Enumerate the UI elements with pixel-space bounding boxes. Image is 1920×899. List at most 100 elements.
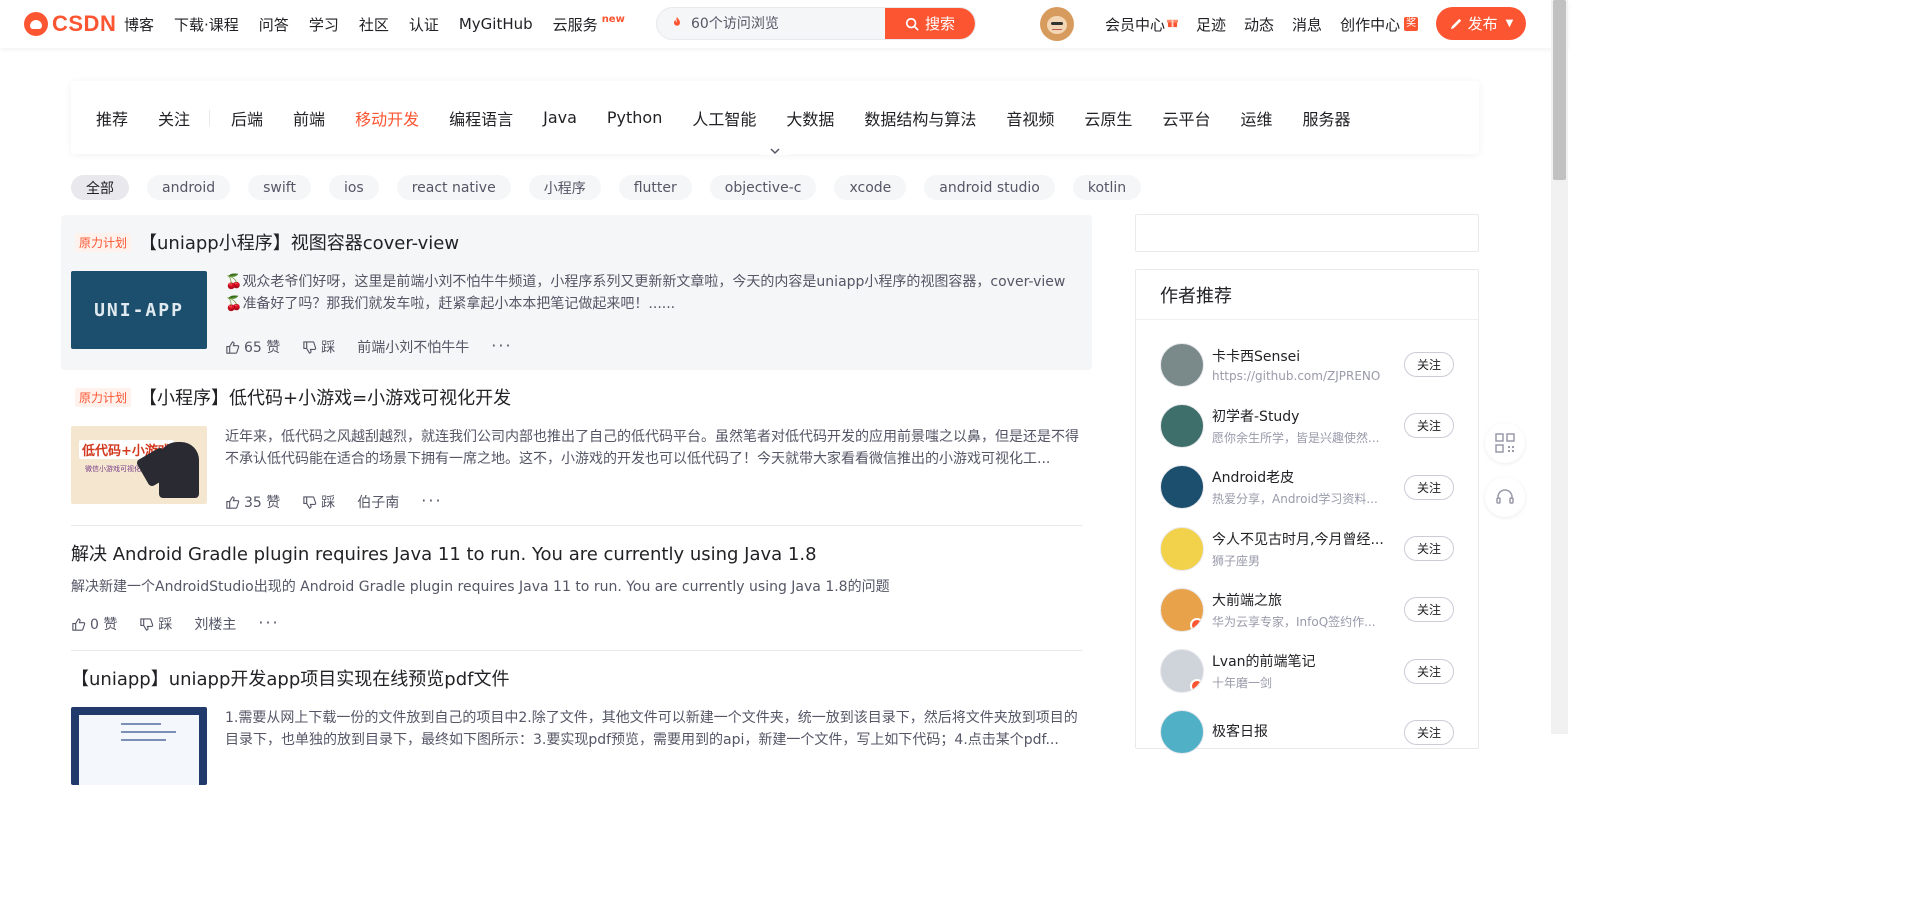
article-item[interactable]: 原力计划 【小程序】低代码+小游戏=小游戏可视化开发 低代码+小游戏 微信小游戏… <box>61 370 1092 525</box>
category-server[interactable]: 服务器 <box>1287 106 1365 130</box>
category-recommend[interactable]: 推荐 <box>96 106 143 130</box>
tag-android-studio[interactable]: android studio <box>924 175 1055 200</box>
category-av[interactable]: 音视频 <box>991 106 1069 130</box>
search-button[interactable]: 搜索 <box>885 8 975 39</box>
scrollbar-thumb[interactable] <box>1553 0 1566 180</box>
like-button[interactable]: 0 赞 <box>71 614 117 634</box>
qr-code-button[interactable] <box>1485 423 1525 463</box>
author-row[interactable]: 初学者-Study 愿你余生所学，皆是兴趣使然... 关注 <box>1136 395 1478 456</box>
article-title[interactable]: 【小程序】低代码+小游戏=小游戏可视化开发 <box>139 384 511 410</box>
author-row[interactable]: Lvan的前端笔记 十年磨一剑 关注 <box>1136 640 1478 701</box>
category-mobile[interactable]: 移动开发 <box>340 106 434 130</box>
csdn-logo[interactable]: CSDN <box>24 10 116 38</box>
tag-swift[interactable]: swift <box>248 175 311 200</box>
category-java[interactable]: Java <box>528 108 592 127</box>
author-name[interactable]: 今人不见古时月,今月曾经... <box>1212 529 1394 549</box>
author-avatar[interactable] <box>1160 710 1204 755</box>
author-name[interactable]: 大前端之旅 <box>1212 590 1394 610</box>
author-row[interactable]: 今人不见古时月,今月曾经... 狮子座男 关注 <box>1136 518 1478 579</box>
article-author[interactable]: 前端小刘不怕牛牛 <box>357 337 469 357</box>
article-item[interactable]: 解决 Android Gradle plugin requires Java 1… <box>61 526 1092 650</box>
article-thumbnail[interactable]: UNI-APP <box>71 271 207 349</box>
nav-item-footprint[interactable]: 足迹 <box>1187 0 1235 48</box>
author-name[interactable]: 初学者-Study <box>1212 406 1394 426</box>
nav-item-blog[interactable]: 博客 <box>124 0 164 48</box>
dislike-button[interactable]: 踩 <box>139 614 172 634</box>
follow-button[interactable]: 关注 <box>1404 597 1454 623</box>
nav-item-cloud[interactable]: 云服务 new <box>543 0 635 48</box>
follow-button[interactable]: 关注 <box>1404 474 1454 500</box>
tag-miniprogram[interactable]: 小程序 <box>528 175 601 200</box>
follow-button[interactable]: 关注 <box>1404 719 1454 745</box>
author-name[interactable]: 卡卡西Sensei <box>1212 346 1394 366</box>
category-cloud-native[interactable]: 云原生 <box>1069 106 1147 130</box>
author-avatar[interactable] <box>1160 403 1204 448</box>
like-button[interactable]: 65 赞 <box>225 337 280 357</box>
category-cloud-platform[interactable]: 云平台 <box>1147 106 1225 130</box>
nav-item-activity[interactable]: 动态 <box>1235 0 1283 48</box>
author-row[interactable]: 极客日报 关注 <box>1136 702 1478 763</box>
author-row[interactable]: 卡卡西Sensei https://github.com/ZJPRENO 关注 <box>1136 334 1478 395</box>
category-frontend[interactable]: 前端 <box>278 106 340 130</box>
nav-item-vip[interactable]: 会员中心 <box>1105 0 1187 48</box>
more-options-icon[interactable]: ··· <box>491 336 512 355</box>
author-avatar[interactable] <box>1160 465 1204 510</box>
author-name[interactable]: Android老皮 <box>1212 467 1394 487</box>
nav-item-creator-center[interactable]: 创作中心 奖 <box>1331 0 1427 48</box>
article-item[interactable]: 原力计划 【uniapp小程序】视图容器cover-view UNI-APP 🍒… <box>61 215 1092 370</box>
nav-item-download-course[interactable]: 下载·课程 <box>164 0 249 48</box>
article-title[interactable]: 【uniapp小程序】视图容器cover-view <box>139 229 459 255</box>
dislike-button[interactable]: 踩 <box>302 337 335 357</box>
author-avatar[interactable] <box>1160 649 1204 694</box>
tag-android[interactable]: android <box>147 175 231 200</box>
author-row[interactable]: Android老皮 热爱分享，Android学习资料... 关注 <box>1136 457 1478 518</box>
article-thumbnail[interactable] <box>71 707 207 785</box>
article-item[interactable]: 【uniapp】uniapp开发app项目实现在线预览pdf文件 1.需要从网上… <box>61 651 1092 799</box>
tag-objective-c[interactable]: objective-c <box>709 175 817 200</box>
nav-item-qa[interactable]: 问答 <box>249 0 299 48</box>
article-author[interactable]: 刘楼主 <box>194 614 236 634</box>
category-python[interactable]: Python <box>592 108 677 127</box>
category-follow[interactable]: 关注 <box>143 106 205 130</box>
author-row[interactable]: 大前端之旅 华为云享专家，InfoQ签约作... 关注 <box>1136 579 1478 640</box>
tag-ios[interactable]: ios <box>328 175 379 200</box>
article-title[interactable]: 【uniapp】uniapp开发app项目实现在线预览pdf文件 <box>71 665 509 691</box>
category-algorithms[interactable]: 数据结构与算法 <box>849 106 991 130</box>
user-avatar[interactable] <box>1040 7 1074 41</box>
nav-item-messages[interactable]: 消息 <box>1283 0 1331 48</box>
author-avatar[interactable] <box>1160 526 1204 571</box>
like-button[interactable]: 35 赞 <box>225 492 280 512</box>
author-avatar[interactable] <box>1160 342 1204 387</box>
more-options-icon[interactable]: ··· <box>258 613 279 632</box>
nav-item-mygithub[interactable]: MyGitHub <box>449 0 543 48</box>
nav-item-learn[interactable]: 学习 <box>299 0 349 48</box>
expand-categories-button[interactable] <box>760 141 790 155</box>
tag-all[interactable]: 全部 <box>71 175 129 200</box>
follow-button[interactable]: 关注 <box>1404 536 1454 562</box>
publish-button[interactable]: 发布 ▼ <box>1436 7 1526 40</box>
follow-button[interactable]: 关注 <box>1404 658 1454 684</box>
author-name[interactable]: 极客日报 <box>1212 721 1394 741</box>
category-ops[interactable]: 运维 <box>1225 106 1287 130</box>
more-options-icon[interactable]: ··· <box>421 491 442 510</box>
category-languages[interactable]: 编程语言 <box>434 106 528 130</box>
author-avatar[interactable] <box>1160 587 1204 632</box>
author-name[interactable]: Lvan的前端笔记 <box>1212 651 1394 671</box>
article-author[interactable]: 伯子南 <box>357 492 399 512</box>
follow-button[interactable]: 关注 <box>1404 413 1454 439</box>
category-bigdata[interactable]: 大数据 <box>771 106 849 130</box>
tag-xcode[interactable]: xcode <box>834 175 907 200</box>
article-thumbnail[interactable]: 低代码+小游戏 微信小游戏可视化开发 <box>71 426 207 504</box>
customer-service-button[interactable] <box>1485 477 1525 517</box>
category-ai[interactable]: 人工智能 <box>677 106 771 130</box>
tag-kotlin[interactable]: kotlin <box>1072 175 1142 200</box>
tag-flutter[interactable]: flutter <box>618 175 692 200</box>
search-input[interactable] <box>685 15 885 32</box>
follow-button[interactable]: 关注 <box>1404 352 1454 378</box>
article-title[interactable]: 解决 Android Gradle plugin requires Java 1… <box>71 540 817 566</box>
nav-item-certification[interactable]: 认证 <box>399 0 449 48</box>
tag-react-native[interactable]: react native <box>396 175 511 200</box>
dislike-button[interactable]: 踩 <box>302 492 335 512</box>
category-backend[interactable]: 后端 <box>216 106 278 130</box>
nav-item-community[interactable]: 社区 <box>349 0 399 48</box>
